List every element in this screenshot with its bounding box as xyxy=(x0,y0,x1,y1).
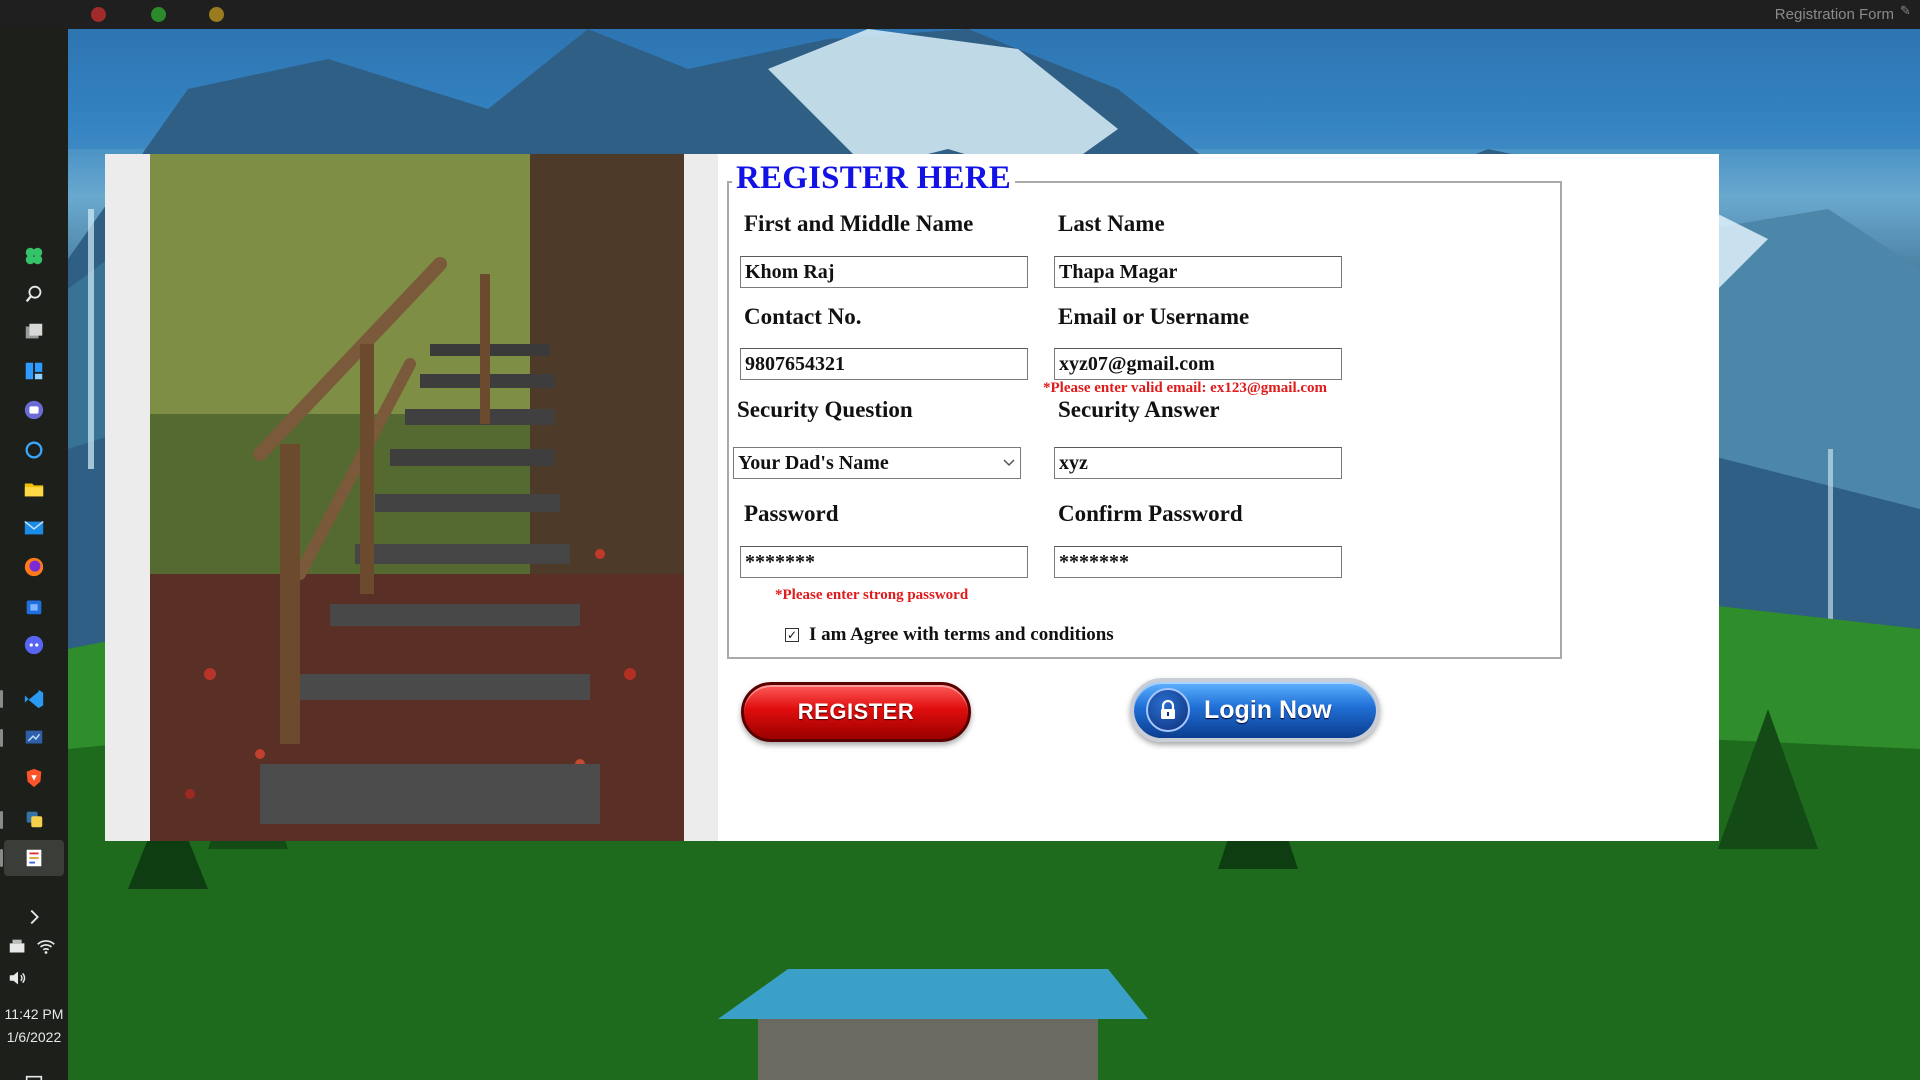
search-icon[interactable] xyxy=(22,282,46,306)
remote-desktop-icon[interactable] xyxy=(22,726,46,750)
pen-icon: ✎ xyxy=(1900,4,1911,19)
registration-panel: REGISTER HERE First and Middle Name Last… xyxy=(105,154,1719,841)
security-question-label: Security Question xyxy=(737,397,913,422)
brave-icon[interactable] xyxy=(22,766,46,790)
taskbar-running-indicator xyxy=(0,811,3,829)
teams-icon[interactable] xyxy=(22,398,46,422)
register-button[interactable]: REGISTER xyxy=(741,682,971,742)
security-question-select[interactable]: Your Dad's Name xyxy=(733,447,1021,479)
maximize-window-button[interactable] xyxy=(151,7,166,22)
store-icon[interactable] xyxy=(22,594,46,618)
taskbar-running-indicator xyxy=(0,849,3,867)
contact-field[interactable]: 9807654321 xyxy=(740,348,1028,380)
security-answer-label: Security Answer xyxy=(1058,397,1220,422)
contact-label: Contact No. xyxy=(744,304,862,329)
terms-checkbox[interactable]: ✓ xyxy=(785,628,799,642)
wifi-icon[interactable] xyxy=(34,935,58,959)
last-name-field[interactable]: Thapa Magar xyxy=(1054,256,1342,288)
register-button-label: REGISTER xyxy=(797,699,915,724)
window-title: Registration Form xyxy=(1774,6,1894,23)
email-label: Email or Username xyxy=(1058,304,1250,329)
lock-icon xyxy=(1146,688,1190,732)
terms-row: ✓ I am Agree with terms and conditions xyxy=(785,624,1114,646)
chevron-down-icon xyxy=(1003,459,1015,467)
panel-left-margin xyxy=(105,154,150,841)
first-name-field[interactable]: Khom Raj xyxy=(740,256,1028,288)
notification-center-icon[interactable] xyxy=(22,1072,46,1080)
minimize-window-button[interactable] xyxy=(209,7,224,22)
network-adapter-icon[interactable] xyxy=(6,935,30,959)
register-heading: REGISTER HERE xyxy=(732,160,1015,197)
cortana-icon[interactable] xyxy=(22,438,46,462)
chevron-right-icon[interactable] xyxy=(22,905,46,929)
first-name-label: First and Middle Name xyxy=(744,211,974,236)
last-name-label: Last Name xyxy=(1058,211,1165,236)
window-title-bar: Registration Form ✎ xyxy=(0,0,1920,29)
confirm-password-label: Confirm Password xyxy=(1058,501,1243,526)
mail-icon[interactable] xyxy=(22,516,46,540)
discord-icon[interactable] xyxy=(22,633,46,657)
login-now-button-label: Login Now xyxy=(1204,695,1332,724)
file-explorer-icon[interactable] xyxy=(22,477,46,501)
password-error-message: *Please enter strong password xyxy=(775,587,969,603)
clock-time[interactable]: 11:42 PM xyxy=(0,1006,68,1022)
close-window-button[interactable] xyxy=(91,7,106,22)
vscode-icon[interactable] xyxy=(22,687,46,711)
clock-date[interactable]: 1/6/2022 xyxy=(0,1029,68,1045)
task-view-icon[interactable] xyxy=(22,320,46,344)
terms-label[interactable]: I am Agree with terms and conditions xyxy=(809,624,1114,646)
password-field[interactable]: ******* xyxy=(740,546,1028,578)
password-label: Password xyxy=(744,501,839,526)
registration-app-icon[interactable] xyxy=(22,846,46,870)
taskbar-running-indicator xyxy=(0,729,3,747)
confirm-password-field[interactable]: ******* xyxy=(1054,546,1342,578)
app-launcher-icon[interactable] xyxy=(22,244,46,268)
widgets-icon[interactable] xyxy=(22,359,46,383)
firefox-icon[interactable] xyxy=(22,555,46,579)
python-icon[interactable] xyxy=(22,807,46,831)
photo-divider xyxy=(684,154,718,841)
forest-staircase-photo xyxy=(150,154,684,841)
email-error-message: *Please enter valid email: ex123@gmail.c… xyxy=(1043,380,1328,396)
security-question-value: Your Dad's Name xyxy=(738,452,889,474)
login-now-button[interactable]: Login Now xyxy=(1130,678,1380,742)
volume-icon[interactable] xyxy=(6,966,30,990)
taskbar-running-indicator xyxy=(0,690,3,708)
security-answer-field[interactable]: xyz xyxy=(1054,447,1342,479)
email-field[interactable]: xyz07@gmail.com xyxy=(1054,348,1342,380)
taskbar: 11:42 PM 1/6/2022 xyxy=(0,29,68,1080)
